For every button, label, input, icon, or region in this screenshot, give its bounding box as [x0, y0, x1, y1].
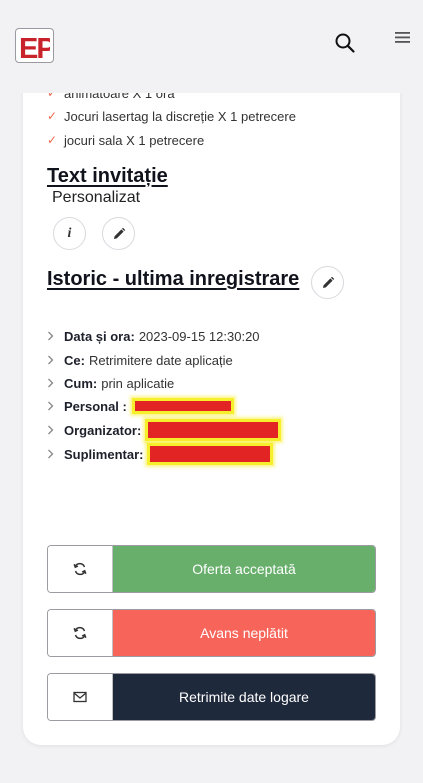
chevron-right-icon [47, 425, 64, 435]
package-item: ✓ jocuri sala X 1 petrecere [47, 132, 205, 148]
unpaid-deposit-button[interactable]: Avans neplătit [47, 609, 376, 657]
history-row-staff: Personal : [47, 397, 234, 415]
history-row-organizer: Organizator: [47, 419, 282, 441]
redacted-value [147, 443, 274, 465]
redacted-value [145, 419, 282, 441]
invitation-title: Text invitație [47, 165, 168, 187]
check-icon: ✓ [47, 109, 58, 123]
action-icon-box [48, 610, 113, 656]
action-icon-box [48, 674, 113, 720]
chevron-right-icon [47, 449, 64, 459]
history-title: Istoric - ultima inregistrare [47, 268, 300, 290]
action-label: Retrimite date logare [113, 674, 375, 720]
chevron-right-icon [47, 331, 64, 341]
pencil-icon [322, 276, 334, 288]
resend-login-button[interactable]: Retrimite date logare [47, 673, 376, 721]
offer-accepted-button[interactable]: Oferta acceptată [47, 545, 376, 593]
action-icon-box [48, 546, 113, 592]
history-row-how: Cum: prin aplicatie [47, 374, 174, 392]
hamburger-icon [395, 32, 410, 43]
refresh-icon [73, 562, 87, 576]
redacted-value [131, 398, 234, 414]
history-row-what: Ce: Retrimitere date aplicație [47, 351, 233, 369]
logo-mark: EP [19, 33, 50, 59]
history-row-date: Data și ora: 2023-09-15 12:30:20 [47, 327, 260, 345]
refresh-icon [73, 626, 87, 640]
chevron-right-icon [47, 355, 64, 365]
check-icon: ✓ [47, 133, 58, 147]
invitation-value: Personalizat [52, 189, 141, 206]
svg-text:EP: EP [19, 33, 50, 59]
site-logo[interactable]: EP [15, 28, 54, 63]
menu-button[interactable] [393, 31, 413, 47]
invitation-info-button[interactable]: i [53, 217, 86, 250]
search-icon [335, 33, 355, 53]
chevron-right-icon [47, 378, 64, 388]
invitation-edit-button[interactable] [102, 217, 135, 250]
history-row-extra: Suplimentar: [47, 443, 274, 465]
search-button[interactable] [333, 31, 357, 55]
mail-icon [73, 691, 87, 703]
top-bar: EP [0, 0, 423, 93]
action-label: Oferta acceptată [113, 546, 375, 592]
info-icon: i [67, 225, 72, 241]
chevron-right-icon [47, 401, 64, 411]
action-label: Avans neplătit [113, 610, 375, 656]
event-card: ✓ animatoare X 1 ora ✓ Jocuri lasertag l… [23, 60, 400, 745]
pencil-icon [113, 227, 125, 239]
package-item: ✓ Jocuri lasertag la discreție X 1 petre… [47, 108, 296, 124]
history-edit-button[interactable] [311, 266, 344, 299]
